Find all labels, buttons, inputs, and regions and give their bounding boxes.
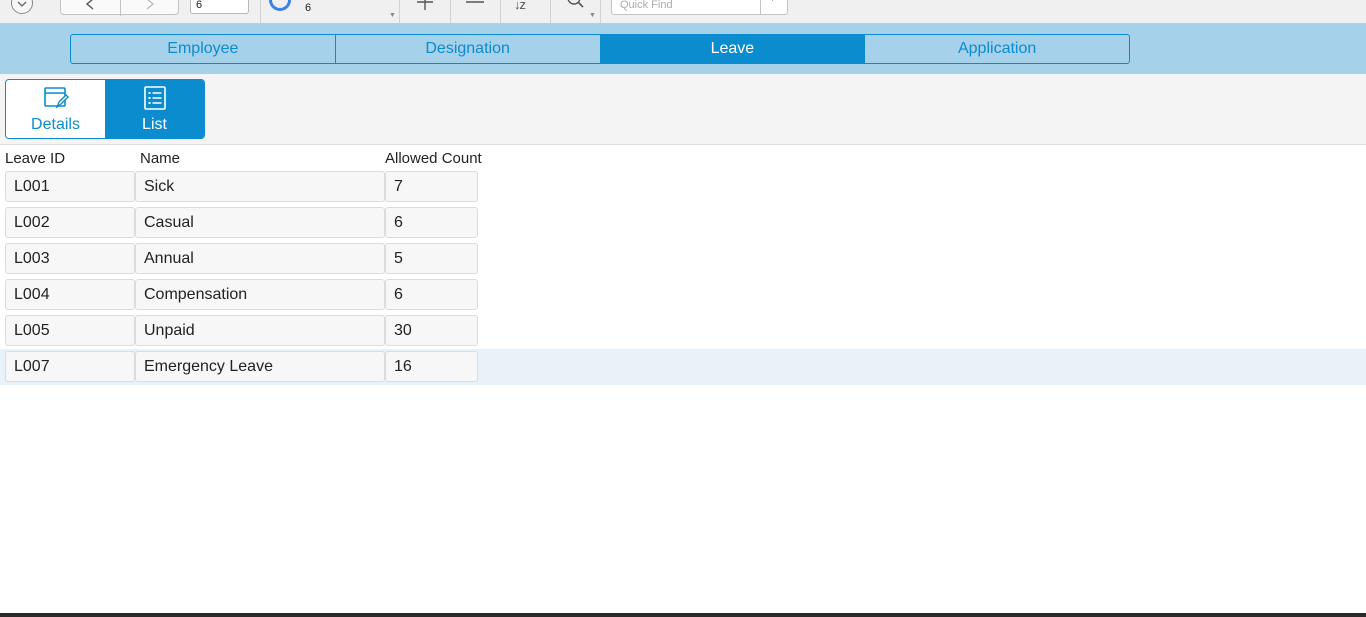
bottom-border [0,613,1366,617]
table-row[interactable]: L003 Annual 5 [0,241,1366,277]
divider [260,0,261,23]
record-navigation [60,0,179,16]
allowed-count-field[interactable]: 6 [385,207,478,238]
table-row-selected[interactable]: L007 Emergency Leave 16 [0,349,1366,385]
next-record-icon[interactable] [145,0,155,15]
delete-record-minus-icon[interactable] [465,0,485,14]
allowed-count-field[interactable]: 30 [385,315,478,346]
leave-id-field[interactable]: L005 [5,315,135,346]
tab-employee[interactable]: Employee [71,35,336,63]
leave-id-field[interactable]: L003 [5,243,135,274]
current-record-field[interactable]: 6 [190,0,249,14]
tab-bar: Employee Designation Leave Application [0,24,1366,74]
leave-name-field[interactable]: Unpaid [135,315,385,346]
find-magnifier-icon[interactable] [564,0,586,14]
sort-icon[interactable]: ↓z [514,0,526,12]
divider [450,0,451,23]
column-header-leave-id: Leave ID [5,150,66,167]
view-switcher-bar: Details List [0,74,1366,145]
column-header-name: Name [140,150,181,167]
total-records-count: 6 [305,2,312,14]
toolbar: 6 6 ▼ ↓z ▼ ▼ [0,0,1366,24]
leave-name-field[interactable]: Compensation [135,279,385,310]
new-record-plus-icon[interactable] [415,0,435,14]
view-switcher: Details List [5,79,205,139]
allowed-count-field[interactable]: 16 [385,351,478,382]
details-view-label: Details [31,116,80,133]
table-row[interactable]: L004 Compensation 6 [0,277,1366,313]
leave-name-field[interactable]: Casual [135,207,385,238]
table-row[interactable]: L005 Unpaid 30 [0,313,1366,349]
column-header-allowed-count: Allowed Count [385,150,482,167]
table-row[interactable]: L001 Sick 7 [0,169,1366,205]
divider [500,0,501,23]
leave-name-field[interactable]: Annual [135,243,385,274]
leave-name-field[interactable]: Sick [135,171,385,202]
tab-group: Employee Designation Leave Application [70,34,1130,64]
caret-down-icon[interactable]: ▼ [389,12,396,19]
leave-id-field[interactable]: L002 [5,207,135,238]
list-icon [143,86,166,110]
previous-record-icon[interactable] [85,0,95,15]
menu-chevron-down-icon[interactable] [11,0,33,14]
leave-name-field[interactable]: Emergency Leave [135,351,385,382]
caret-down-icon[interactable]: ▼ [589,12,596,19]
table-row[interactable]: L002 Casual 6 [0,205,1366,241]
divider [600,0,601,23]
records-pie-chart-icon [269,0,291,11]
tab-leave[interactable]: Leave [600,35,866,63]
allowed-count-field[interactable]: 6 [385,279,478,310]
quick-find-input[interactable] [612,0,760,14]
leave-id-field[interactable]: L004 [5,279,135,310]
tab-application[interactable]: Application [865,35,1129,63]
leave-id-field[interactable]: L007 [5,351,135,382]
allowed-count-field[interactable]: 5 [385,243,478,274]
list-view-button[interactable]: List [105,80,204,138]
divider [399,0,400,23]
details-view-button[interactable]: Details [6,80,105,138]
quick-find-box: ▼ [611,0,788,15]
form-edit-icon [43,87,69,110]
list-view-label: List [142,116,167,133]
tab-designation[interactable]: Designation [336,35,601,63]
quick-find-dropdown-icon[interactable]: ▼ [768,0,777,3]
leave-id-field[interactable]: L001 [5,171,135,202]
allowed-count-field[interactable]: 7 [385,171,478,202]
divider [550,0,551,23]
